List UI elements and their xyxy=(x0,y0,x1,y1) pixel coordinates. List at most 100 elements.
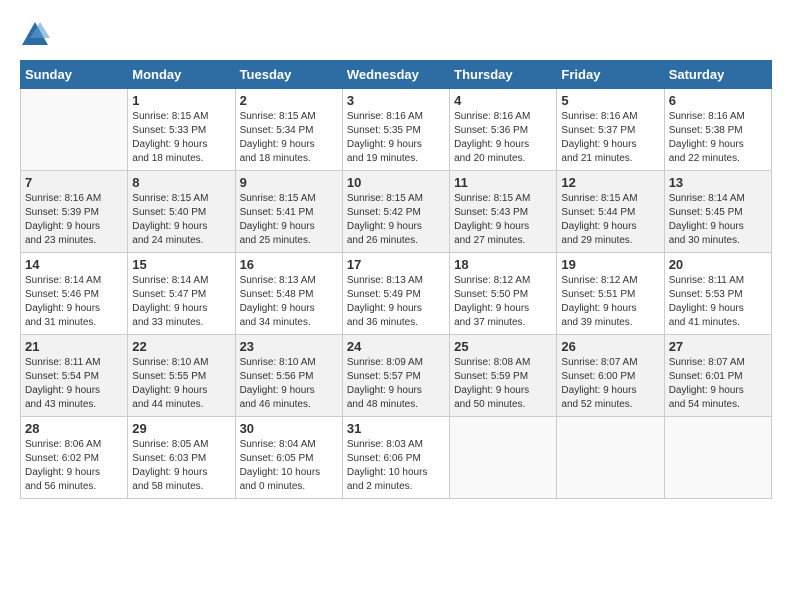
day-cell: 27Sunrise: 8:07 AMSunset: 6:01 PMDayligh… xyxy=(664,335,771,417)
day-number: 23 xyxy=(240,339,338,354)
day-cell: 10 Sunrise: 8:15 AMSunset: 5:42 PMDayligh… xyxy=(342,171,449,253)
logo-icon xyxy=(20,20,50,50)
day-cell: 25 Sunrise: 8:08 AMSunset: 5:59 PMDayligh… xyxy=(450,335,557,417)
day-cell xyxy=(450,417,557,499)
day-cell: 9 Sunrise: 8:15 AMSunset: 5:41 PMDaylight… xyxy=(235,171,342,253)
day-number: 13 xyxy=(669,175,767,190)
day-info: Sunrise: 8:16 AMSunset: 5:37 PMDaylight:… xyxy=(561,110,659,166)
day-info: Sunrise: 8:04 AMSunset: 6:05 PMDaylight:… xyxy=(240,438,338,494)
weekday-header-friday: Friday xyxy=(557,61,664,89)
day-info: Sunrise: 8:16 AMSunset: 5:36 PMDaylight:… xyxy=(454,110,552,166)
day-number: 17 xyxy=(347,257,445,272)
day-cell: 13 Sunrise: 8:14 AMSunset: 5:45 PMDayligh… xyxy=(664,171,771,253)
day-number: 18 xyxy=(454,257,552,272)
day-cell: 19 Sunrise: 8:12 AMSunset: 5:51 PMDayligh… xyxy=(557,253,664,335)
day-cell: 3 Sunrise: 8:16 AMSunset: 5:35 PMDaylight… xyxy=(342,89,449,171)
day-number: 26 xyxy=(561,339,659,354)
day-info: Sunrise: 8:14 AMSunset: 5:46 PMDaylight:… xyxy=(25,274,123,330)
weekday-header-tuesday: Tuesday xyxy=(235,61,342,89)
week-row-1: 1 Sunrise: 8:15 AMSunset: 5:33 PMDaylight… xyxy=(21,89,772,171)
day-number: 31 xyxy=(347,421,445,436)
week-row-4: 21 Sunrise: 8:11 AMSunset: 5:54 PMDayligh… xyxy=(21,335,772,417)
day-cell: 11 Sunrise: 8:15 AMSunset: 5:43 PMDayligh… xyxy=(450,171,557,253)
day-number: 2 xyxy=(240,93,338,108)
day-number: 4 xyxy=(454,93,552,108)
weekday-header-thursday: Thursday xyxy=(450,61,557,89)
day-cell: 18 Sunrise: 8:12 AMSunset: 5:50 PMDayligh… xyxy=(450,253,557,335)
day-cell: 7 Sunrise: 8:16 AMSunset: 5:39 PMDaylight… xyxy=(21,171,128,253)
day-cell: 24 Sunrise: 8:09 AMSunset: 5:57 PMDayligh… xyxy=(342,335,449,417)
day-info: Sunrise: 8:15 AMSunset: 5:40 PMDaylight:… xyxy=(132,192,230,248)
day-number: 22 xyxy=(132,339,230,354)
day-number: 5 xyxy=(561,93,659,108)
day-number: 19 xyxy=(561,257,659,272)
day-number: 11 xyxy=(454,175,552,190)
day-number: 3 xyxy=(347,93,445,108)
week-row-2: 7 Sunrise: 8:16 AMSunset: 5:39 PMDaylight… xyxy=(21,171,772,253)
day-info: Sunrise: 8:03 AMSunset: 6:06 PMDaylight:… xyxy=(347,438,445,494)
day-cell: 5 Sunrise: 8:16 AMSunset: 5:37 PMDaylight… xyxy=(557,89,664,171)
day-cell: 15 Sunrise: 8:14 AMSunset: 5:47 PMDayligh… xyxy=(128,253,235,335)
day-cell: 12Sunrise: 8:15 AMSunset: 5:44 PMDayligh… xyxy=(557,171,664,253)
day-number: 25 xyxy=(454,339,552,354)
day-cell: 20 Sunrise: 8:11 AMSunset: 5:53 PMDayligh… xyxy=(664,253,771,335)
day-info: Sunrise: 8:09 AMSunset: 5:57 PMDaylight:… xyxy=(347,356,445,412)
day-info: Sunrise: 8:07 AMSunset: 6:00 PMDaylight:… xyxy=(561,356,659,412)
day-cell: 23 Sunrise: 8:10 AMSunset: 5:56 PMDayligh… xyxy=(235,335,342,417)
day-cell: 14Sunrise: 8:14 AMSunset: 5:46 PMDayligh… xyxy=(21,253,128,335)
day-cell: 30 Sunrise: 8:04 AMSunset: 6:05 PMDayligh… xyxy=(235,417,342,499)
day-info: Sunrise: 8:05 AMSunset: 6:03 PMDaylight:… xyxy=(132,438,230,494)
day-info: Sunrise: 8:15 AMSunset: 5:41 PMDaylight:… xyxy=(240,192,338,248)
day-info: Sunrise: 8:12 AMSunset: 5:50 PMDaylight:… xyxy=(454,274,552,330)
day-info: Sunrise: 8:07 AMSunset: 6:01 PMDaylight:… xyxy=(669,356,767,412)
day-cell: 26 Sunrise: 8:07 AMSunset: 6:00 PMDayligh… xyxy=(557,335,664,417)
day-info: Sunrise: 8:13 AMSunset: 5:49 PMDaylight:… xyxy=(347,274,445,330)
calendar-table: SundayMondayTuesdayWednesdayThursdayFrid… xyxy=(20,60,772,499)
day-info: Sunrise: 8:15 AMSunset: 5:33 PMDaylight:… xyxy=(132,110,230,166)
day-info: Sunrise: 8:08 AMSunset: 5:59 PMDaylight:… xyxy=(454,356,552,412)
day-number: 21 xyxy=(25,339,123,354)
day-cell: 21 Sunrise: 8:11 AMSunset: 5:54 PMDayligh… xyxy=(21,335,128,417)
day-info: Sunrise: 8:10 AMSunset: 5:56 PMDaylight:… xyxy=(240,356,338,412)
day-info: Sunrise: 8:06 AMSunset: 6:02 PMDaylight:… xyxy=(25,438,123,494)
day-info: Sunrise: 8:11 AMSunset: 5:53 PMDaylight:… xyxy=(669,274,767,330)
day-number: 9 xyxy=(240,175,338,190)
day-info: Sunrise: 8:15 AMSunset: 5:34 PMDaylight:… xyxy=(240,110,338,166)
day-cell: 8 Sunrise: 8:15 AMSunset: 5:40 PMDaylight… xyxy=(128,171,235,253)
day-info: Sunrise: 8:10 AMSunset: 5:55 PMDaylight:… xyxy=(132,356,230,412)
day-info: Sunrise: 8:12 AMSunset: 5:51 PMDaylight:… xyxy=(561,274,659,330)
day-cell xyxy=(664,417,771,499)
day-number: 28 xyxy=(25,421,123,436)
day-number: 1 xyxy=(132,93,230,108)
day-number: 20 xyxy=(669,257,767,272)
day-number: 7 xyxy=(25,175,123,190)
day-cell xyxy=(21,89,128,171)
day-info: Sunrise: 8:16 AMSunset: 5:38 PMDaylight:… xyxy=(669,110,767,166)
weekday-header-row: SundayMondayTuesdayWednesdayThursdayFrid… xyxy=(21,61,772,89)
day-number: 29 xyxy=(132,421,230,436)
week-row-3: 14Sunrise: 8:14 AMSunset: 5:46 PMDayligh… xyxy=(21,253,772,335)
day-cell: 1 Sunrise: 8:15 AMSunset: 5:33 PMDaylight… xyxy=(128,89,235,171)
day-info: Sunrise: 8:13 AMSunset: 5:48 PMDaylight:… xyxy=(240,274,338,330)
day-number: 10 xyxy=(347,175,445,190)
week-row-5: 28 Sunrise: 8:06 AMSunset: 6:02 PMDayligh… xyxy=(21,417,772,499)
day-info: Sunrise: 8:15 AMSunset: 5:42 PMDaylight:… xyxy=(347,192,445,248)
day-info: Sunrise: 8:15 AMSunset: 5:43 PMDaylight:… xyxy=(454,192,552,248)
logo xyxy=(20,20,54,50)
day-info: Sunrise: 8:15 AMSunset: 5:44 PMDaylight:… xyxy=(561,192,659,248)
day-info: Sunrise: 8:16 AMSunset: 5:39 PMDaylight:… xyxy=(25,192,123,248)
day-cell: 4 Sunrise: 8:16 AMSunset: 5:36 PMDaylight… xyxy=(450,89,557,171)
weekday-header-sunday: Sunday xyxy=(21,61,128,89)
day-info: Sunrise: 8:14 AMSunset: 5:47 PMDaylight:… xyxy=(132,274,230,330)
day-number: 15 xyxy=(132,257,230,272)
day-info: Sunrise: 8:14 AMSunset: 5:45 PMDaylight:… xyxy=(669,192,767,248)
day-cell: 6Sunrise: 8:16 AMSunset: 5:38 PMDaylight… xyxy=(664,89,771,171)
day-number: 8 xyxy=(132,175,230,190)
day-info: Sunrise: 8:11 AMSunset: 5:54 PMDaylight:… xyxy=(25,356,123,412)
day-number: 30 xyxy=(240,421,338,436)
day-cell: 28 Sunrise: 8:06 AMSunset: 6:02 PMDayligh… xyxy=(21,417,128,499)
day-number: 24 xyxy=(347,339,445,354)
day-info: Sunrise: 8:16 AMSunset: 5:35 PMDaylight:… xyxy=(347,110,445,166)
page-header xyxy=(20,20,772,50)
day-cell: 22 Sunrise: 8:10 AMSunset: 5:55 PMDayligh… xyxy=(128,335,235,417)
